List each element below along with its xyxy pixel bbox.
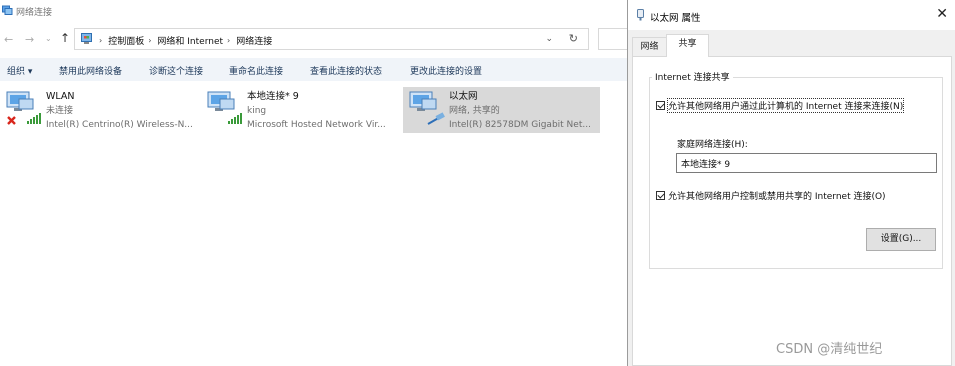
- address-dropdown-icon[interactable]: ⌄: [545, 34, 553, 44]
- forward-icon[interactable]: →: [25, 33, 34, 46]
- ics-group-title: Internet 连接共享: [652, 70, 733, 83]
- connection-name: 本地连接* 9: [247, 91, 299, 102]
- connection-device: Intel(R) 82578DM Gigabit Net...: [449, 120, 591, 130]
- breadcrumb-separator-icon: ›: [227, 36, 231, 45]
- wifi-disconnected-icon: [5, 90, 43, 131]
- connection-status: 网络, 共享的: [449, 106, 500, 116]
- rename-button[interactable]: 重命名此连接: [229, 64, 283, 77]
- breadcrumb-network-internet[interactable]: 网络和 Internet: [157, 34, 223, 47]
- breadcrumb-separator-icon: ›: [148, 36, 152, 45]
- view-status-button[interactable]: 查看此连接的状态: [310, 64, 382, 77]
- explorer-titlebar: 网络连接: [0, 0, 627, 22]
- ethernet-network-icon: [408, 90, 446, 131]
- connection-item-wlan[interactable]: WLAN 未连接 Intel(R) Centrino(R) Wireless-N…: [0, 87, 200, 133]
- dialog-titlebar: 以太网 属性 ✕: [628, 0, 955, 30]
- connection-status: king: [247, 106, 267, 116]
- network-connections-window: 网络连接 ← → ⌄ ↑ › 控制面板 › 网络和 Internet › 网络连…: [0, 0, 638, 366]
- allow-control-label: 允许其他网络用户控制或禁用共享的 Internet 连接(O): [668, 192, 886, 202]
- network-folder-icon: [2, 5, 14, 19]
- window-title: 网络连接: [16, 8, 53, 18]
- wifi-network-icon: [206, 90, 244, 131]
- connection-device: Microsoft Hosted Network Vir...: [247, 120, 386, 130]
- recent-locations-icon[interactable]: ⌄: [45, 34, 52, 43]
- home-network-field[interactable]: 本地连接* 9: [676, 153, 937, 173]
- up-icon[interactable]: ↑: [60, 31, 70, 45]
- allow-share-checkbox[interactable]: 允许其他网络用户通过此计算机的 Internet 连接来连接(N): [656, 98, 905, 113]
- allow-control-checkbox[interactable]: 允许其他网络用户控制或禁用共享的 Internet 连接(O): [656, 189, 886, 202]
- home-network-label: 家庭网络连接(H):: [677, 140, 748, 150]
- disable-device-button[interactable]: 禁用此网络设备: [59, 64, 122, 77]
- ethernet-properties-dialog: 以太网 属性 ✕ 网络 共享 Internet 连接共享 允许其他网络用户通过此…: [627, 0, 955, 366]
- breadcrumb-network-connections[interactable]: 网络连接: [236, 34, 272, 47]
- control-panel-icon: [81, 33, 92, 48]
- diagnose-button[interactable]: 诊断这个连接: [149, 64, 203, 77]
- back-icon[interactable]: ←: [4, 33, 13, 46]
- connection-name: WLAN: [46, 91, 75, 102]
- checkbox-checked-icon[interactable]: [656, 191, 665, 200]
- refresh-icon[interactable]: ↻: [569, 32, 578, 45]
- watermark: CSDN @清纯世纪: [776, 342, 883, 357]
- sharing-panel: Internet 连接共享 允许其他网络用户通过此计算机的 Internet 连…: [632, 56, 952, 366]
- connection-status: 未连接: [46, 106, 74, 116]
- allow-share-label: 允许其他网络用户通过此计算机的 Internet 连接来连接(N): [666, 98, 905, 113]
- breadcrumb-control-panel[interactable]: 控制面板: [108, 34, 144, 47]
- command-bar: 组织 ▾ 禁用此网络设备 诊断这个连接 重命名此连接 查看此连接的状态 更改此连…: [0, 58, 627, 81]
- connection-name: 以太网: [449, 91, 478, 102]
- tab-sharing[interactable]: 共享: [666, 34, 709, 57]
- connection-item-ethernet[interactable]: 以太网 网络, 共享的 Intel(R) 82578DM Gigabit Net…: [403, 87, 600, 133]
- tab-network[interactable]: 网络: [632, 37, 667, 56]
- organize-menu[interactable]: 组织 ▾: [7, 64, 32, 77]
- dialog-title: 以太网 属性: [650, 13, 701, 24]
- address-bar[interactable]: › 控制面板 › 网络和 Internet › 网络连接 ⌄ ↻: [74, 28, 589, 50]
- change-settings-button[interactable]: 更改此连接的设置: [410, 64, 482, 77]
- breadcrumb-separator-icon: ›: [99, 36, 103, 45]
- navigation-bar: ← → ⌄ ↑ › 控制面板 › 网络和 Internet › 网络连接 ⌄ ↻: [0, 28, 638, 52]
- connection-item-local-9[interactable]: 本地连接* 9 king Microsoft Hosted Network Vi…: [201, 87, 401, 133]
- settings-button[interactable]: 设置(G)...: [866, 228, 936, 251]
- network-adapter-icon: [635, 9, 646, 24]
- close-icon[interactable]: ✕: [936, 6, 948, 22]
- breadcrumb: › 控制面板 › 网络和 Internet › 网络连接: [95, 34, 272, 47]
- checkbox-checked-icon[interactable]: [656, 101, 665, 110]
- connection-device: Intel(R) Centrino(R) Wireless-N...: [46, 120, 193, 130]
